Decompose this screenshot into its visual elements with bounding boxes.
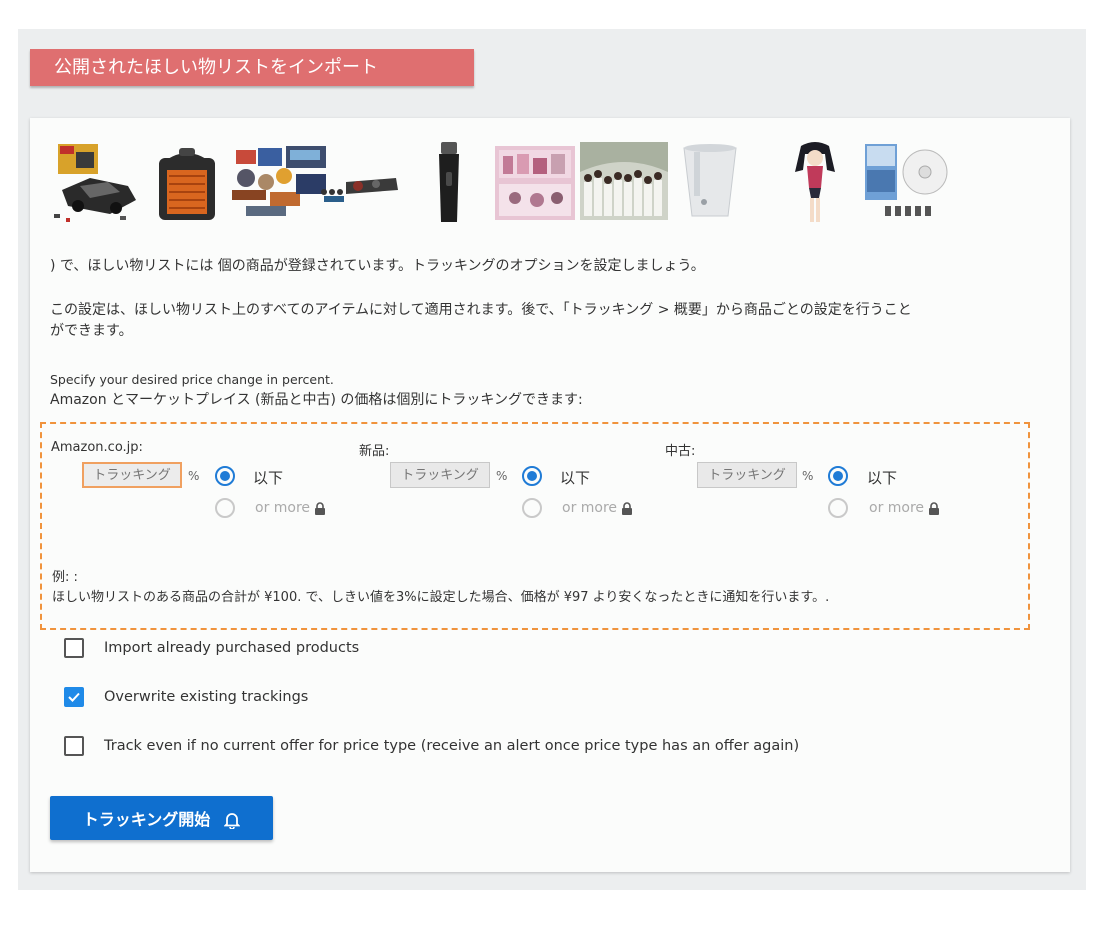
overwrite-trackings-label: Overwrite existing trackings <box>104 689 309 705</box>
track-no-offer-checkbox[interactable] <box>64 736 84 756</box>
electric-shaver-image[interactable] <box>433 142 465 224</box>
product-image-strip <box>50 142 950 228</box>
new-above-option: or more <box>562 500 633 516</box>
start-tracking-label: トラッキング開始 <box>82 810 211 829</box>
import-purchased-label: Import already purchased products <box>104 640 360 656</box>
separate-tracking-note: Amazon とマーケットプレイス (新品と中古) の価格は個別にトラッキングで… <box>50 392 583 408</box>
amazon-column-label: Amazon.co.jp: <box>51 440 143 455</box>
new-above-label: or more <box>562 500 618 516</box>
used-threshold-input[interactable] <box>697 462 797 488</box>
threshold-settings-box: Amazon.co.jp: % 以下 or more 新品: % 以下 or m… <box>40 422 1030 630</box>
track-no-offer-label: Track even if no current offer for price… <box>104 738 800 754</box>
portable-heater-image[interactable] <box>155 142 219 224</box>
idol-group-photo-image[interactable] <box>580 142 668 220</box>
page-title: 公開されたほしい物リストをインポート <box>30 49 474 86</box>
wishlist-summary-text: ) で、ほしい物リストには 個の商品が登録されています。トラッキングのオプション… <box>50 258 705 274</box>
used-percent-sign: % <box>802 469 814 483</box>
lock-icon <box>622 501 633 515</box>
amazon-above-option: or more <box>255 500 326 516</box>
used-below-label: 以下 <box>867 469 898 487</box>
dvd-boxset-image[interactable] <box>865 142 955 224</box>
amazon-threshold-input[interactable] <box>82 462 182 488</box>
new-column-label: 新品: <box>359 444 390 459</box>
settings-info-line2: ができます。 <box>50 323 133 339</box>
used-column-label: 中古: <box>665 444 696 459</box>
amazon-below-radio[interactable] <box>215 466 235 486</box>
used-above-label: or more <box>869 500 925 516</box>
figure-collection-image[interactable] <box>226 142 402 224</box>
used-above-option: or more <box>869 500 940 516</box>
used-above-radio[interactable] <box>828 498 848 518</box>
settings-info-line1: この設定は、ほしい物リスト上のすべてのアイテムに対して適用されます。後で、「トラ… <box>50 302 912 318</box>
new-percent-sign: % <box>496 469 508 483</box>
new-below-radio[interactable] <box>522 466 542 486</box>
lock-icon <box>315 501 326 515</box>
overwrite-trackings-checkbox[interactable] <box>64 687 84 707</box>
amazon-percent-sign: % <box>188 469 200 483</box>
new-below-label: 以下 <box>560 469 591 487</box>
example-title: 例: : <box>52 570 78 585</box>
lego-car-set-image[interactable] <box>50 142 142 224</box>
amazon-below-label: 以下 <box>253 469 284 487</box>
example-text: ほしい物リストのある商品の合計が ¥100. で、しきい値を3%に設定した場合、… <box>52 590 830 605</box>
start-tracking-button[interactable]: トラッキング開始 <box>50 796 273 840</box>
humidifier-image[interactable] <box>680 142 740 220</box>
new-threshold-input[interactable] <box>390 462 490 488</box>
amazon-above-radio[interactable] <box>215 498 235 518</box>
amazon-above-label: or more <box>255 500 311 516</box>
used-below-radio[interactable] <box>828 466 848 486</box>
lock-icon <box>929 501 940 515</box>
anime-figure-image[interactable] <box>785 142 845 224</box>
bell-icon <box>224 813 241 829</box>
import-card: ) で、ほしい物リストには 個の商品が登録されています。トラッキングのオプション… <box>30 118 1070 872</box>
new-above-radio[interactable] <box>522 498 542 518</box>
toy-dollhouse-image[interactable] <box>495 142 575 222</box>
price-change-instruction: Specify your desired price change in per… <box>50 372 334 387</box>
checkmark-icon <box>68 692 80 702</box>
import-purchased-checkbox[interactable] <box>64 638 84 658</box>
